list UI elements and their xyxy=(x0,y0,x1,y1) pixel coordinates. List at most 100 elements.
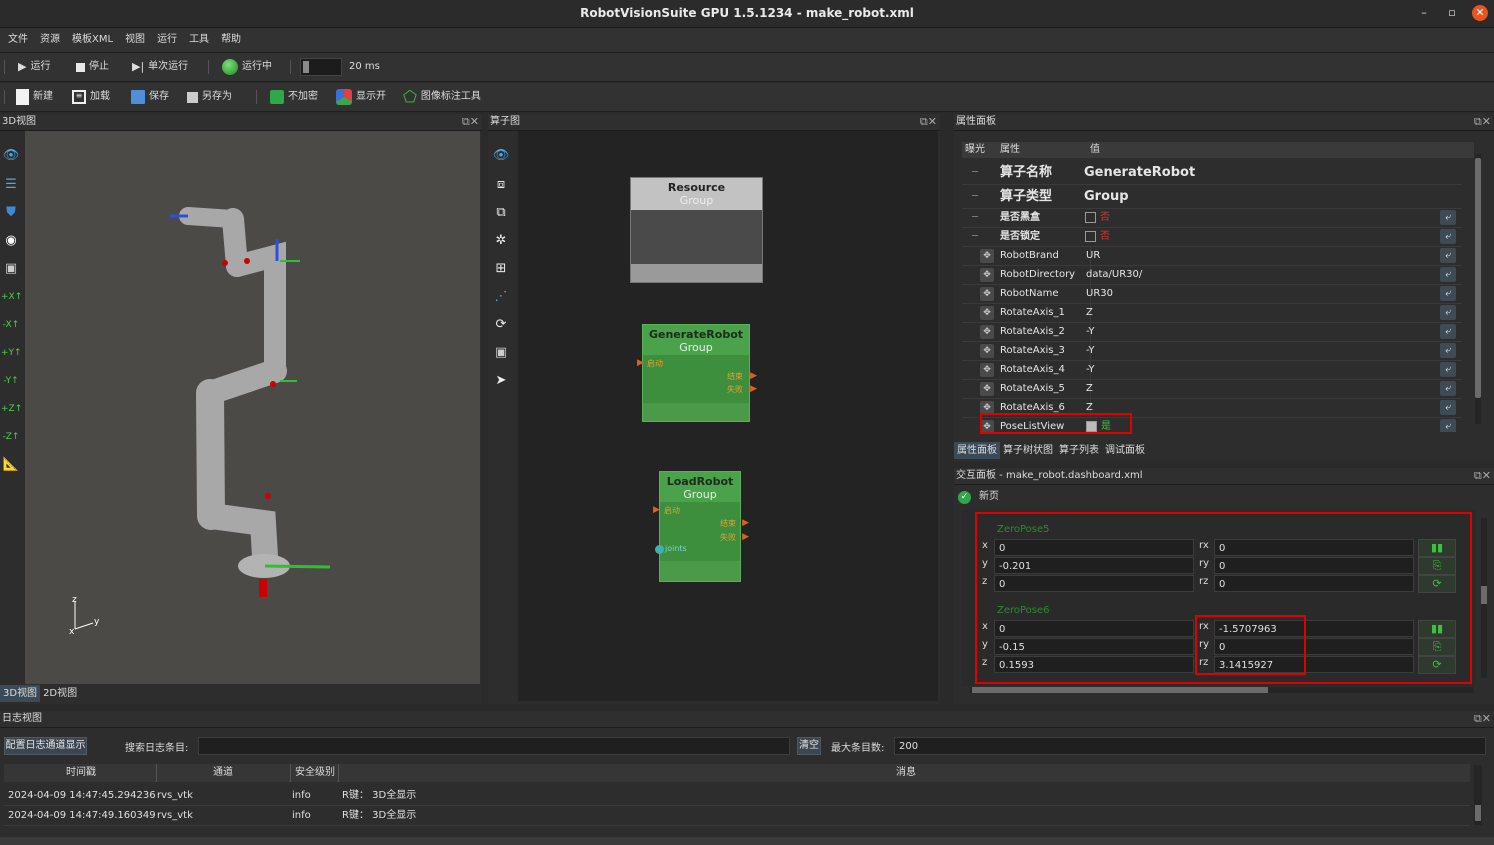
reset-icon[interactable]: ⤶ xyxy=(1440,400,1456,415)
prop-row-robot-directory[interactable]: ✥ RobotDirectory data/UR30/ ⤶ xyxy=(962,266,1462,285)
prop-row-robot-name[interactable]: ✥ RobotName UR30 ⤶ xyxy=(962,285,1462,304)
eye-icon[interactable]: 👁 xyxy=(491,146,511,166)
reset-icon[interactable]: ⤶ xyxy=(1440,305,1456,320)
prop-value[interactable]: Z xyxy=(1086,380,1093,398)
tab-operator-tree[interactable]: 算子树状图 xyxy=(1000,442,1056,459)
layout-tree-icon[interactable]: ⊞ xyxy=(491,259,511,279)
prop-value[interactable]: UR30 xyxy=(1086,285,1113,303)
tab-3d-view[interactable]: 3D视图 xyxy=(0,685,41,702)
single-run-button[interactable]: ▶| 单次运行 xyxy=(132,53,188,81)
reset-icon[interactable]: ⤶ xyxy=(1440,343,1456,358)
connect-icon[interactable]: ⋰ xyxy=(491,287,511,307)
port-out-icon[interactable]: ▶ xyxy=(750,384,757,394)
generate-robot-node[interactable]: GenerateRobot Group 启动 ▶ 结束 失败 ▶ ▶ xyxy=(637,324,757,422)
prop-value[interactable]: data/UR30/ xyxy=(1086,266,1142,284)
eye-icon[interactable]: 👁 xyxy=(1,146,21,166)
properties-scrollbar[interactable] xyxy=(1475,154,1481,424)
pin-icon[interactable]: ✥ xyxy=(980,382,994,396)
reset-icon[interactable]: ⤶ xyxy=(1440,248,1456,263)
menu-tools[interactable]: 工具 xyxy=(183,28,215,52)
prop-value[interactable]: -Y xyxy=(1086,361,1095,379)
prop-row-blackbox[interactable]: ─ 是否黑盒 否 ⤶ xyxy=(962,209,1462,228)
joints-port-icon[interactable] xyxy=(655,545,664,554)
plus-z-icon[interactable]: +Z↑ xyxy=(1,399,22,419)
no-encrypt-button[interactable]: 不加密 xyxy=(270,83,318,111)
prop-value-checkbox[interactable]: 否 xyxy=(1085,228,1110,246)
close-button[interactable]: ✕ xyxy=(1472,5,1488,21)
port-in-icon[interactable]: ▶ xyxy=(637,358,644,368)
max-entries-input[interactable]: 200 xyxy=(894,737,1486,755)
prop-value[interactable]: -Y xyxy=(1086,342,1095,360)
prop-row-robot-brand[interactable]: ✥ RobotBrand UR ⤶ xyxy=(962,247,1462,266)
running-indicator[interactable]: 运行中 xyxy=(222,53,272,81)
minimize-button[interactable]: – xyxy=(1416,5,1432,21)
tab-properties[interactable]: 属性面板 xyxy=(954,442,1000,459)
port-out-icon[interactable]: ▶ xyxy=(750,371,757,381)
log-scrollbar[interactable] xyxy=(1474,765,1482,825)
save-button[interactable]: 保存 xyxy=(131,83,169,111)
prop-value[interactable]: Z xyxy=(1086,304,1093,322)
interval-slider[interactable]: 20 ms xyxy=(300,53,380,81)
minus-y-icon[interactable]: -Y↑ xyxy=(1,371,21,391)
pin-icon[interactable]: ✥ xyxy=(980,287,994,301)
port-in-icon[interactable]: ▶ xyxy=(653,505,660,515)
pin-icon[interactable]: ✥ xyxy=(980,325,994,339)
shield-icon[interactable]: ⛊ xyxy=(1,203,21,223)
clear-log-button[interactable]: 清空 xyxy=(797,737,821,755)
prop-row-rotate-axis-5[interactable]: ✥ RotateAxis_5 Z ⤶ xyxy=(962,380,1462,399)
pointer-icon[interactable]: ➤ xyxy=(491,371,511,391)
load-robot-node[interactable]: LoadRobot Group 启动 ▶ 结束 失败 ▶ ▶ joints xyxy=(653,471,749,582)
target-icon[interactable]: ◉ xyxy=(1,231,21,251)
pin-icon[interactable]: ✥ xyxy=(980,363,994,377)
minus-z-icon[interactable]: -Z↑ xyxy=(1,427,21,447)
checkbox[interactable] xyxy=(1085,211,1096,223)
checkbox[interactable] xyxy=(1085,230,1096,242)
menu-file[interactable]: 文件 xyxy=(2,28,34,52)
prop-row-operator-name[interactable]: ─ 算子名称 GenerateRobot xyxy=(962,162,1462,185)
graph-canvas[interactable]: Resource Group GenerateRobot Group 启动 ▶ … xyxy=(518,131,938,701)
reset-icon[interactable]: ⤶ xyxy=(1440,419,1456,432)
reset-icon[interactable]: ⤶ xyxy=(1440,381,1456,396)
ruler-icon[interactable]: 📐 xyxy=(1,455,21,475)
camera-icon[interactable]: ▣ xyxy=(1,259,21,279)
port-out-icon[interactable]: ▶ xyxy=(742,532,749,542)
menu-run[interactable]: 运行 xyxy=(151,28,183,52)
panel-float-close-icon[interactable]: ⧉✕ xyxy=(920,114,937,130)
load-button[interactable]: ≡ 加载 xyxy=(72,83,110,111)
prop-row-operator-type[interactable]: ─ 算子类型 Group xyxy=(962,186,1462,209)
panel-float-close-icon[interactable]: ⧉✕ xyxy=(462,114,479,130)
zoom-box-icon[interactable]: ⧉ xyxy=(491,203,511,223)
tab-2d-view[interactable]: 2D视图 xyxy=(40,685,80,702)
scrollbar-thumb[interactable] xyxy=(1475,158,1481,398)
screenshot-icon[interactable]: ▣ xyxy=(491,343,511,363)
collapse-icon[interactable]: ✲ xyxy=(491,231,511,251)
pin-icon[interactable]: ✥ xyxy=(980,249,994,263)
minus-x-icon[interactable]: -X↑ xyxy=(1,315,21,335)
interval-slider-handle[interactable] xyxy=(303,61,309,73)
tab-operator-list[interactable]: 算子列表 xyxy=(1056,442,1102,459)
interval-slider-track[interactable] xyxy=(300,58,342,76)
scrollbar-thumb[interactable] xyxy=(1475,805,1481,821)
log-search-input[interactable] xyxy=(198,737,790,755)
reset-icon[interactable]: ⤶ xyxy=(1440,286,1456,301)
prop-value[interactable]: -Y xyxy=(1086,323,1095,341)
dashboard-vscrollbar[interactable] xyxy=(1481,518,1487,678)
save-as-button[interactable]: 另存为 xyxy=(187,83,232,111)
annotate-tool-button[interactable]: ⬠ 图像标注工具 xyxy=(403,83,481,111)
pin-icon[interactable]: ✥ xyxy=(980,344,994,358)
prop-row-rotate-axis-3[interactable]: ✥ RotateAxis_3 -Y ⤶ xyxy=(962,342,1462,361)
log-row[interactable]: 2024-04-09 14:47:49.160349 rvs_vtk info … xyxy=(4,806,1470,826)
panel-float-close-icon[interactable]: ⧉✕ xyxy=(1474,114,1491,130)
config-channel-button[interactable]: 配置日志通道显示 xyxy=(4,737,87,755)
prop-value-checkbox[interactable]: 否 xyxy=(1085,209,1110,227)
log-row[interactable]: 2024-04-09 14:47:45.294236 rvs_vtk info … xyxy=(4,786,1470,806)
prop-value[interactable]: UR xyxy=(1086,247,1100,265)
prop-row-rotate-axis-4[interactable]: ✥ RotateAxis_4 -Y ⤶ xyxy=(962,361,1462,380)
tab-debug[interactable]: 调试面板 xyxy=(1102,442,1148,459)
prop-row-rotate-axis-1[interactable]: ✥ RotateAxis_1 Z ⤶ xyxy=(962,304,1462,323)
fit-view-icon[interactable]: ⧈ xyxy=(491,175,511,195)
list-icon[interactable]: ☰ xyxy=(1,175,21,195)
scrollbar-thumb[interactable] xyxy=(1481,586,1487,604)
pin-icon[interactable]: ✥ xyxy=(980,268,994,282)
port-out-icon[interactable]: ▶ xyxy=(742,518,749,528)
